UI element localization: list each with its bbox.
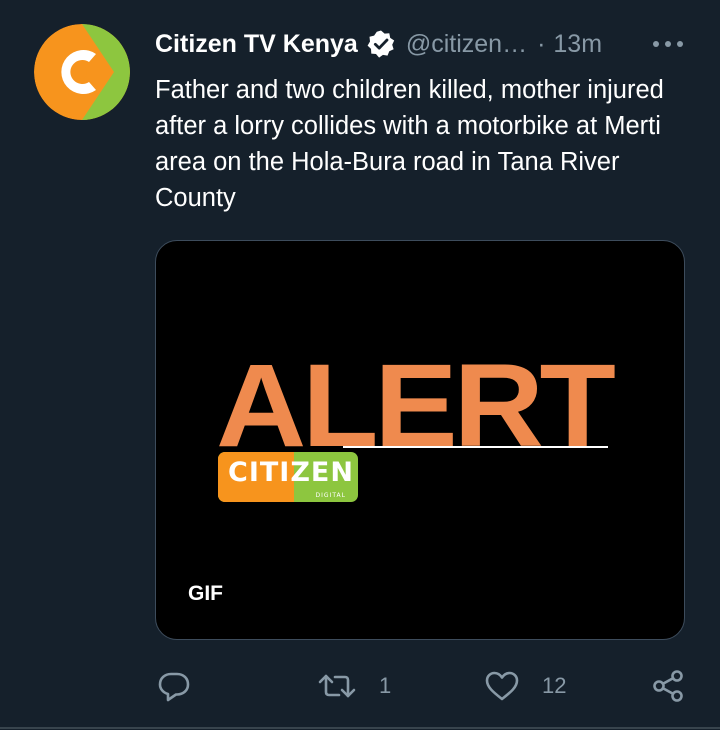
retweet-button[interactable]: 1 <box>317 665 391 707</box>
handle[interactable]: @citizen… <box>406 30 527 59</box>
tweet-text: Father and two children killed, mother i… <box>155 76 664 212</box>
divider <box>0 727 720 729</box>
share-icon <box>653 670 683 702</box>
alert-underline <box>343 446 608 448</box>
tweet-header: Citizen TV Kenya @citizen… · 13m <box>155 27 602 61</box>
separator-dot: · <box>537 29 546 58</box>
heart-icon <box>485 671 519 701</box>
citizen-logo: CITIZEN DIGITAL <box>218 452 358 502</box>
gif-media[interactable]: ALERT CITIZEN DIGITAL GIF <box>155 240 685 640</box>
retweet-icon <box>318 674 356 698</box>
display-name[interactable]: Citizen TV Kenya <box>155 30 358 59</box>
gif-badge: GIF <box>188 582 223 605</box>
retweet-count: 1 <box>379 673 392 698</box>
like-button[interactable]: 12 <box>484 665 566 707</box>
citizen-logo-icon <box>34 24 130 120</box>
avatar[interactable] <box>34 24 130 120</box>
citizen-brand-subtext: DIGITAL <box>315 492 346 499</box>
verified-badge-icon <box>366 29 396 59</box>
reply-button[interactable] <box>156 665 214 707</box>
timestamp[interactable]: 13m <box>553 30 602 59</box>
more-icon[interactable] <box>650 30 686 58</box>
share-button[interactable] <box>650 665 686 707</box>
action-bar: 1 12 <box>0 665 720 707</box>
citizen-brand-text: CITIZEN <box>228 457 354 488</box>
reply-icon <box>158 672 190 702</box>
tweet[interactable]: Citizen TV Kenya @citizen… · 13m Father … <box>0 0 720 730</box>
like-count: 12 <box>542 673 567 698</box>
